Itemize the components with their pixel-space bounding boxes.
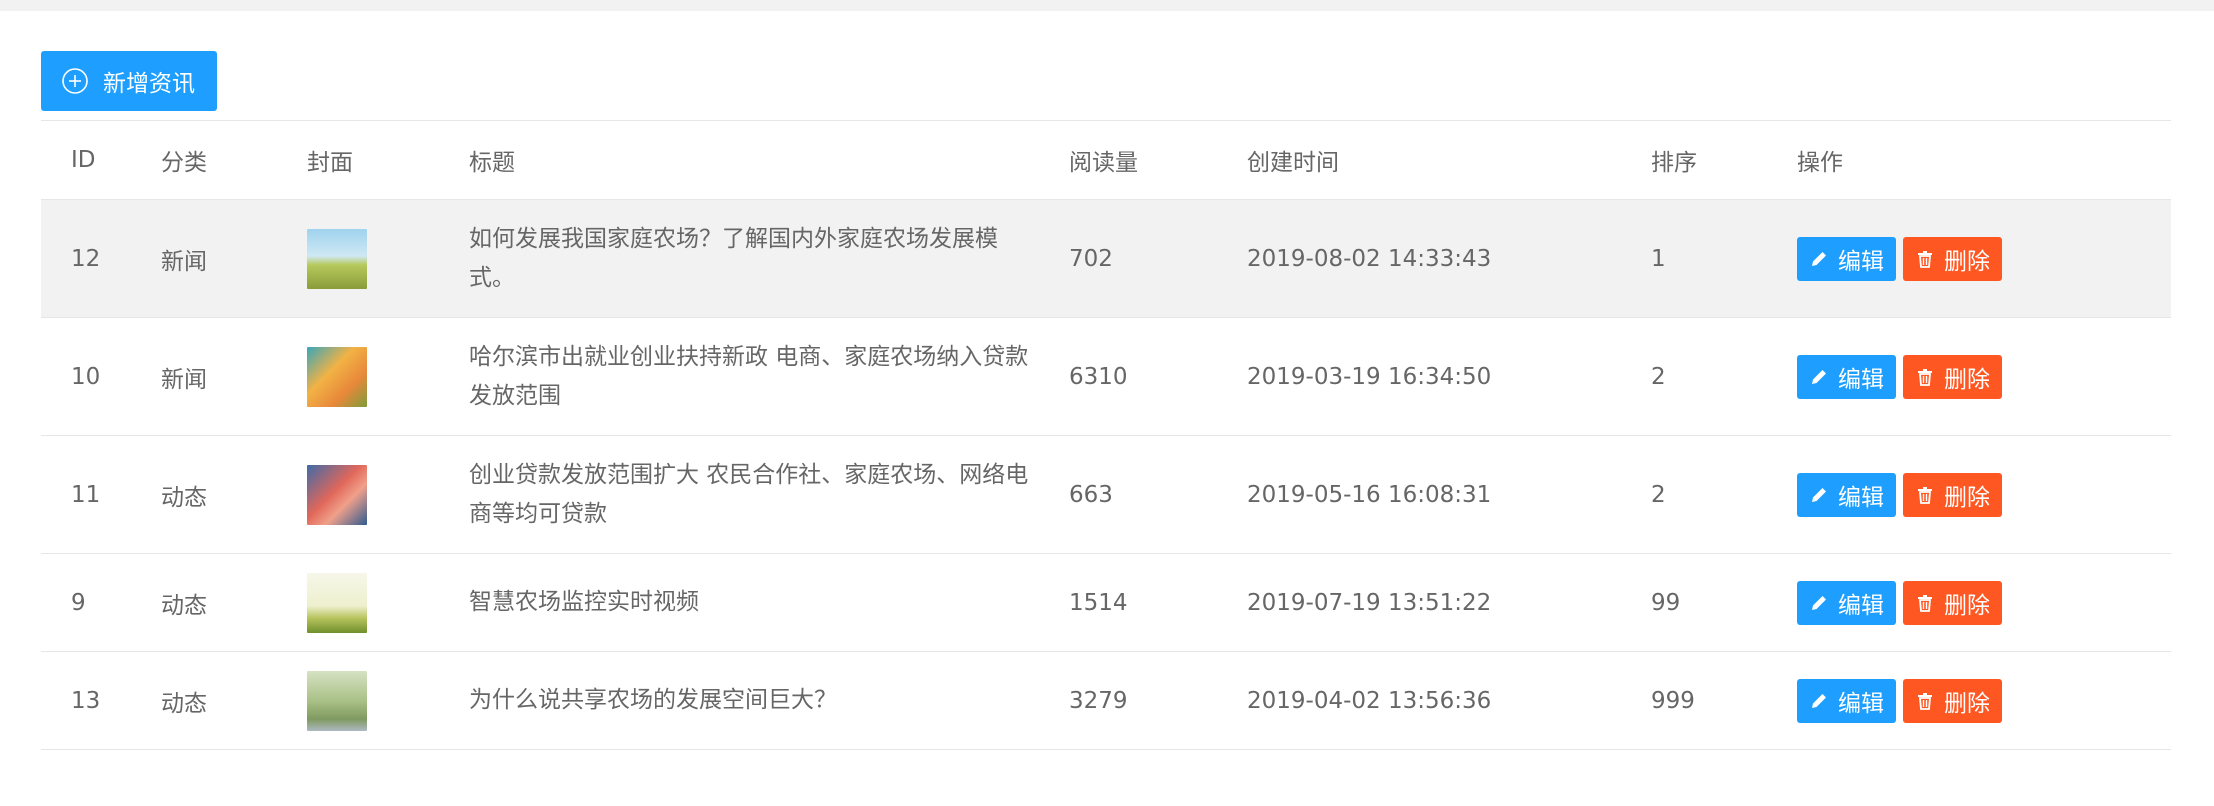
add-news-label: 新增资讯	[103, 71, 195, 97]
delete-button[interactable]: 删除	[1903, 354, 2002, 399]
header-cover[interactable]: 封面	[307, 120, 469, 200]
edit-button[interactable]: 编辑	[1797, 236, 1896, 281]
row-actions: 编辑 删除	[1797, 354, 2171, 399]
cell-views: 1514	[1069, 553, 1247, 652]
cover-image[interactable]	[307, 346, 367, 407]
cell-views: 663	[1069, 435, 1247, 554]
header-actions[interactable]: 操作	[1797, 120, 2171, 200]
edit-button[interactable]: 编辑	[1797, 354, 1896, 399]
trash-icon	[1918, 692, 1932, 710]
cell-created: 2019-03-19 16:34:50	[1247, 317, 1651, 436]
cell-category: 动态	[161, 651, 307, 750]
table-row[interactable]: 12 新闻 如何发展我国家庭农场？了解国内外家庭农场发展模式。 702 2019…	[41, 199, 2171, 318]
cover-image[interactable]	[307, 670, 367, 731]
pencil-icon	[1812, 251, 1826, 266]
cell-views: 702	[1069, 199, 1247, 318]
cell-title: 哈尔滨市出就业创业扶持新政 电商、家庭农场纳入贷款发放范围	[469, 317, 1069, 436]
cell-id: 13	[41, 651, 161, 750]
cell-title: 如何发展我国家庭农场？了解国内外家庭农场发展模式。	[469, 199, 1069, 318]
cell-created: 2019-07-19 13:51:22	[1247, 553, 1651, 652]
row-actions: 编辑 删除	[1797, 580, 2171, 625]
add-news-button[interactable]: 新增资讯	[41, 51, 217, 111]
row-actions: 编辑 删除	[1797, 236, 2171, 281]
cell-category: 动态	[161, 435, 307, 554]
cell-created: 2019-04-02 13:56:36	[1247, 651, 1651, 750]
cell-title: 创业贷款发放范围扩大 农民合作社、家庭农场、网络电商等均可贷款	[469, 435, 1069, 554]
pencil-icon	[1812, 369, 1826, 384]
trash-icon	[1918, 250, 1932, 268]
cell-sort: 2	[1651, 435, 1797, 554]
edit-label: 编辑	[1838, 366, 1884, 393]
trash-icon	[1918, 486, 1932, 504]
delete-button[interactable]: 删除	[1903, 472, 2002, 517]
edit-button[interactable]: 编辑	[1797, 678, 1896, 723]
cover-image[interactable]	[307, 464, 367, 525]
cell-id: 9	[41, 553, 161, 652]
news-table: ID 分类 封面 标题 阅读量 创建时间 排序 操作 12 新闻 如何发展我国家…	[41, 120, 2171, 750]
cell-sort: 1	[1651, 199, 1797, 318]
edit-label: 编辑	[1838, 484, 1884, 511]
delete-label: 删除	[1944, 484, 1990, 511]
delete-button[interactable]: 删除	[1903, 580, 2002, 625]
row-actions: 编辑 删除	[1797, 472, 2171, 517]
delete-label: 删除	[1944, 248, 1990, 275]
pencil-icon	[1812, 595, 1826, 610]
edit-label: 编辑	[1838, 248, 1884, 275]
trash-icon	[1918, 594, 1932, 612]
cell-sort: 999	[1651, 651, 1797, 750]
header-created[interactable]: 创建时间	[1247, 120, 1651, 200]
cell-id: 10	[41, 317, 161, 436]
table-row[interactable]: 13 动态 为什么说共享农场的发展空间巨大？ 3279 2019-04-02 1…	[41, 651, 2171, 750]
cell-title: 智慧农场监控实时视频	[469, 553, 1069, 652]
table-row[interactable]: 9 动态 智慧农场监控实时视频 1514 2019-07-19 13:51:22…	[41, 553, 2171, 652]
trash-icon	[1918, 368, 1932, 386]
pencil-icon	[1812, 693, 1826, 708]
cell-sort: 2	[1651, 317, 1797, 436]
cell-views: 3279	[1069, 651, 1247, 750]
cell-category: 动态	[161, 553, 307, 652]
table-row[interactable]: 10 新闻 哈尔滨市出就业创业扶持新政 电商、家庭农场纳入贷款发放范围 6310…	[41, 317, 2171, 436]
edit-label: 编辑	[1838, 592, 1884, 619]
cell-created: 2019-05-16 16:08:31	[1247, 435, 1651, 554]
table-row[interactable]: 11 动态 创业贷款发放范围扩大 农民合作社、家庭农场、网络电商等均可贷款 66…	[41, 435, 2171, 554]
cell-created: 2019-08-02 14:33:43	[1247, 199, 1651, 318]
header-views[interactable]: 阅读量	[1069, 120, 1247, 200]
cell-sort: 99	[1651, 553, 1797, 652]
header-title[interactable]: 标题	[469, 120, 1069, 200]
cell-id: 11	[41, 435, 161, 554]
cell-id: 12	[41, 199, 161, 318]
pencil-icon	[1812, 487, 1826, 502]
edit-label: 编辑	[1838, 690, 1884, 717]
plus-circle-icon	[61, 67, 89, 95]
delete-button[interactable]: 删除	[1903, 678, 2002, 723]
header-id[interactable]: ID	[41, 120, 161, 200]
edit-button[interactable]: 编辑	[1797, 580, 1896, 625]
delete-button[interactable]: 删除	[1903, 236, 2002, 281]
cell-views: 6310	[1069, 317, 1247, 436]
table-header-row: ID 分类 封面 标题 阅读量 创建时间 排序 操作	[41, 120, 2171, 200]
cover-image[interactable]	[307, 572, 367, 633]
toolbar: 新增资讯	[41, 51, 217, 111]
cell-category: 新闻	[161, 199, 307, 318]
cell-title: 为什么说共享农场的发展空间巨大？	[469, 651, 1069, 750]
delete-label: 删除	[1944, 690, 1990, 717]
header-category[interactable]: 分类	[161, 120, 307, 200]
cell-category: 新闻	[161, 317, 307, 436]
header-sort[interactable]: 排序	[1651, 120, 1797, 200]
cover-image[interactable]	[307, 228, 367, 289]
row-actions: 编辑 删除	[1797, 678, 2171, 723]
delete-label: 删除	[1944, 366, 1990, 393]
delete-label: 删除	[1944, 592, 1990, 619]
edit-button[interactable]: 编辑	[1797, 472, 1896, 517]
